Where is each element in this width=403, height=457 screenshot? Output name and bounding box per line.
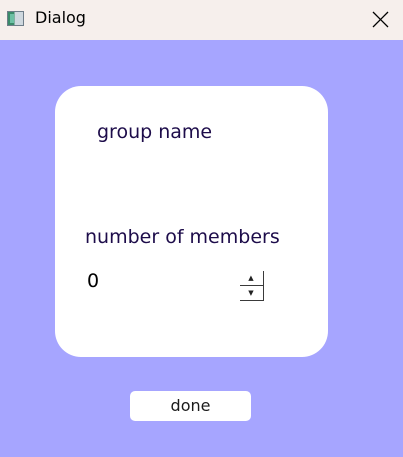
- close-icon: [372, 11, 389, 28]
- form-card: group name number of members 0 ▲ ▼: [55, 86, 328, 357]
- members-label: number of members: [85, 226, 280, 248]
- spin-buttons: ▲ ▼: [240, 271, 264, 301]
- members-spinbox[interactable]: 0 ▲ ▼: [83, 266, 268, 301]
- close-button[interactable]: [357, 0, 403, 40]
- members-value[interactable]: 0: [87, 269, 99, 293]
- spin-up-button[interactable]: ▲: [240, 271, 262, 286]
- group-name-input[interactable]: [85, 152, 299, 214]
- dialog-content: group name number of members 0 ▲ ▼ done: [0, 40, 403, 457]
- title-bar: Dialog: [0, 0, 403, 40]
- app-window-icon: [7, 11, 24, 26]
- window-title: Dialog: [35, 8, 86, 27]
- spin-down-button[interactable]: ▼: [240, 286, 262, 301]
- spin-bottom-line: [240, 300, 263, 301]
- group-name-label: group name: [97, 121, 213, 143]
- done-button[interactable]: done: [130, 391, 251, 421]
